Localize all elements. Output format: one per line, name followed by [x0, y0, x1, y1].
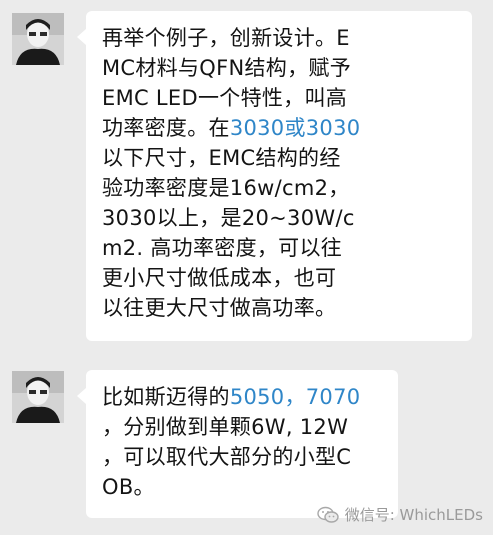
message-line: 以下尺寸，EMC结构的经	[102, 143, 462, 173]
watermark-text: 微信号: WhichLEDs	[344, 506, 483, 524]
message-line: 3030以上，是20~30W/c	[102, 203, 462, 233]
message-line: 比如斯迈得的5050，7070	[102, 382, 388, 412]
person-avatar-icon	[12, 13, 64, 65]
message-text-segment: MC材料与QFN结构，赋予	[102, 56, 351, 80]
message-line: OB。	[102, 472, 388, 502]
message-text-segment: 再举个例子，创新设计。E	[102, 26, 350, 50]
message-text-segment: 3030以上，是20~30W/c	[102, 206, 355, 230]
message-text: 再举个例子，创新设计。E MC材料与QFN结构，赋予 EMC LED一个特性，叫高功…	[102, 23, 462, 323]
message-text-segment: EMC LED一个特性，叫高	[102, 86, 348, 110]
message-text-segment: 以下尺寸，EMC结构的经	[102, 146, 341, 170]
message-line: ，分别做到单颗6W, 12W	[102, 412, 388, 442]
message-line: EMC LED一个特性，叫高	[102, 83, 462, 113]
watermark: 微信号: WhichLEDs	[317, 504, 483, 525]
product-link[interactable]: 3030或3030	[230, 116, 361, 140]
message-text-segment: OB。	[102, 475, 155, 499]
message-line: ，可以取代大部分的小型C	[102, 442, 388, 472]
message-line: 功率密度。在3030或3030	[102, 113, 462, 143]
avatar[interactable]	[12, 371, 64, 423]
message-line: 验功率密度是16w/cm2，	[102, 173, 462, 203]
message-text-segment: ，可以取代大部分的小型C	[102, 445, 352, 469]
message-line: MC材料与QFN结构，赋予	[102, 53, 462, 83]
message-bubble[interactable]: 再举个例子，创新设计。E MC材料与QFN结构，赋予 EMC LED一个特性，叫高功…	[77, 11, 472, 341]
message-bubble[interactable]: 比如斯迈得的5050，7070 ，分别做到单颗6W, 12W ，可以取代大部分的小型…	[77, 370, 398, 518]
message-line: 更小尺寸做低成本，也可	[102, 263, 462, 293]
message-text-segment: 比如斯迈得的	[102, 385, 230, 409]
message-text-segment: ，分别做到单颗6W, 12W	[102, 415, 349, 439]
message-text-segment: 更小尺寸做低成本，也可	[102, 266, 337, 290]
message-line: m2. 高功率密度，可以往	[102, 233, 462, 263]
product-link[interactable]: 5050，7070	[230, 385, 361, 409]
wechat-icon	[317, 506, 339, 523]
message-text-segment: 以往更大尺寸做高功率。	[102, 296, 337, 320]
message-text-segment: 验功率密度是16w/cm2，	[102, 176, 350, 200]
message-text-segment: 功率密度。在	[102, 116, 230, 140]
chat-log: 再举个例子，创新设计。E MC材料与QFN结构，赋予 EMC LED一个特性，叫高功…	[0, 0, 493, 535]
person-avatar-icon	[12, 371, 64, 423]
message-text-segment: m2. 高功率密度，可以往	[102, 236, 343, 260]
message-line: 再举个例子，创新设计。E	[102, 23, 462, 53]
message-text: 比如斯迈得的5050，7070 ，分别做到单颗6W, 12W ，可以取代大部分的小型…	[102, 382, 388, 502]
message-line: 以往更大尺寸做高功率。	[102, 293, 462, 323]
avatar[interactable]	[12, 13, 64, 65]
